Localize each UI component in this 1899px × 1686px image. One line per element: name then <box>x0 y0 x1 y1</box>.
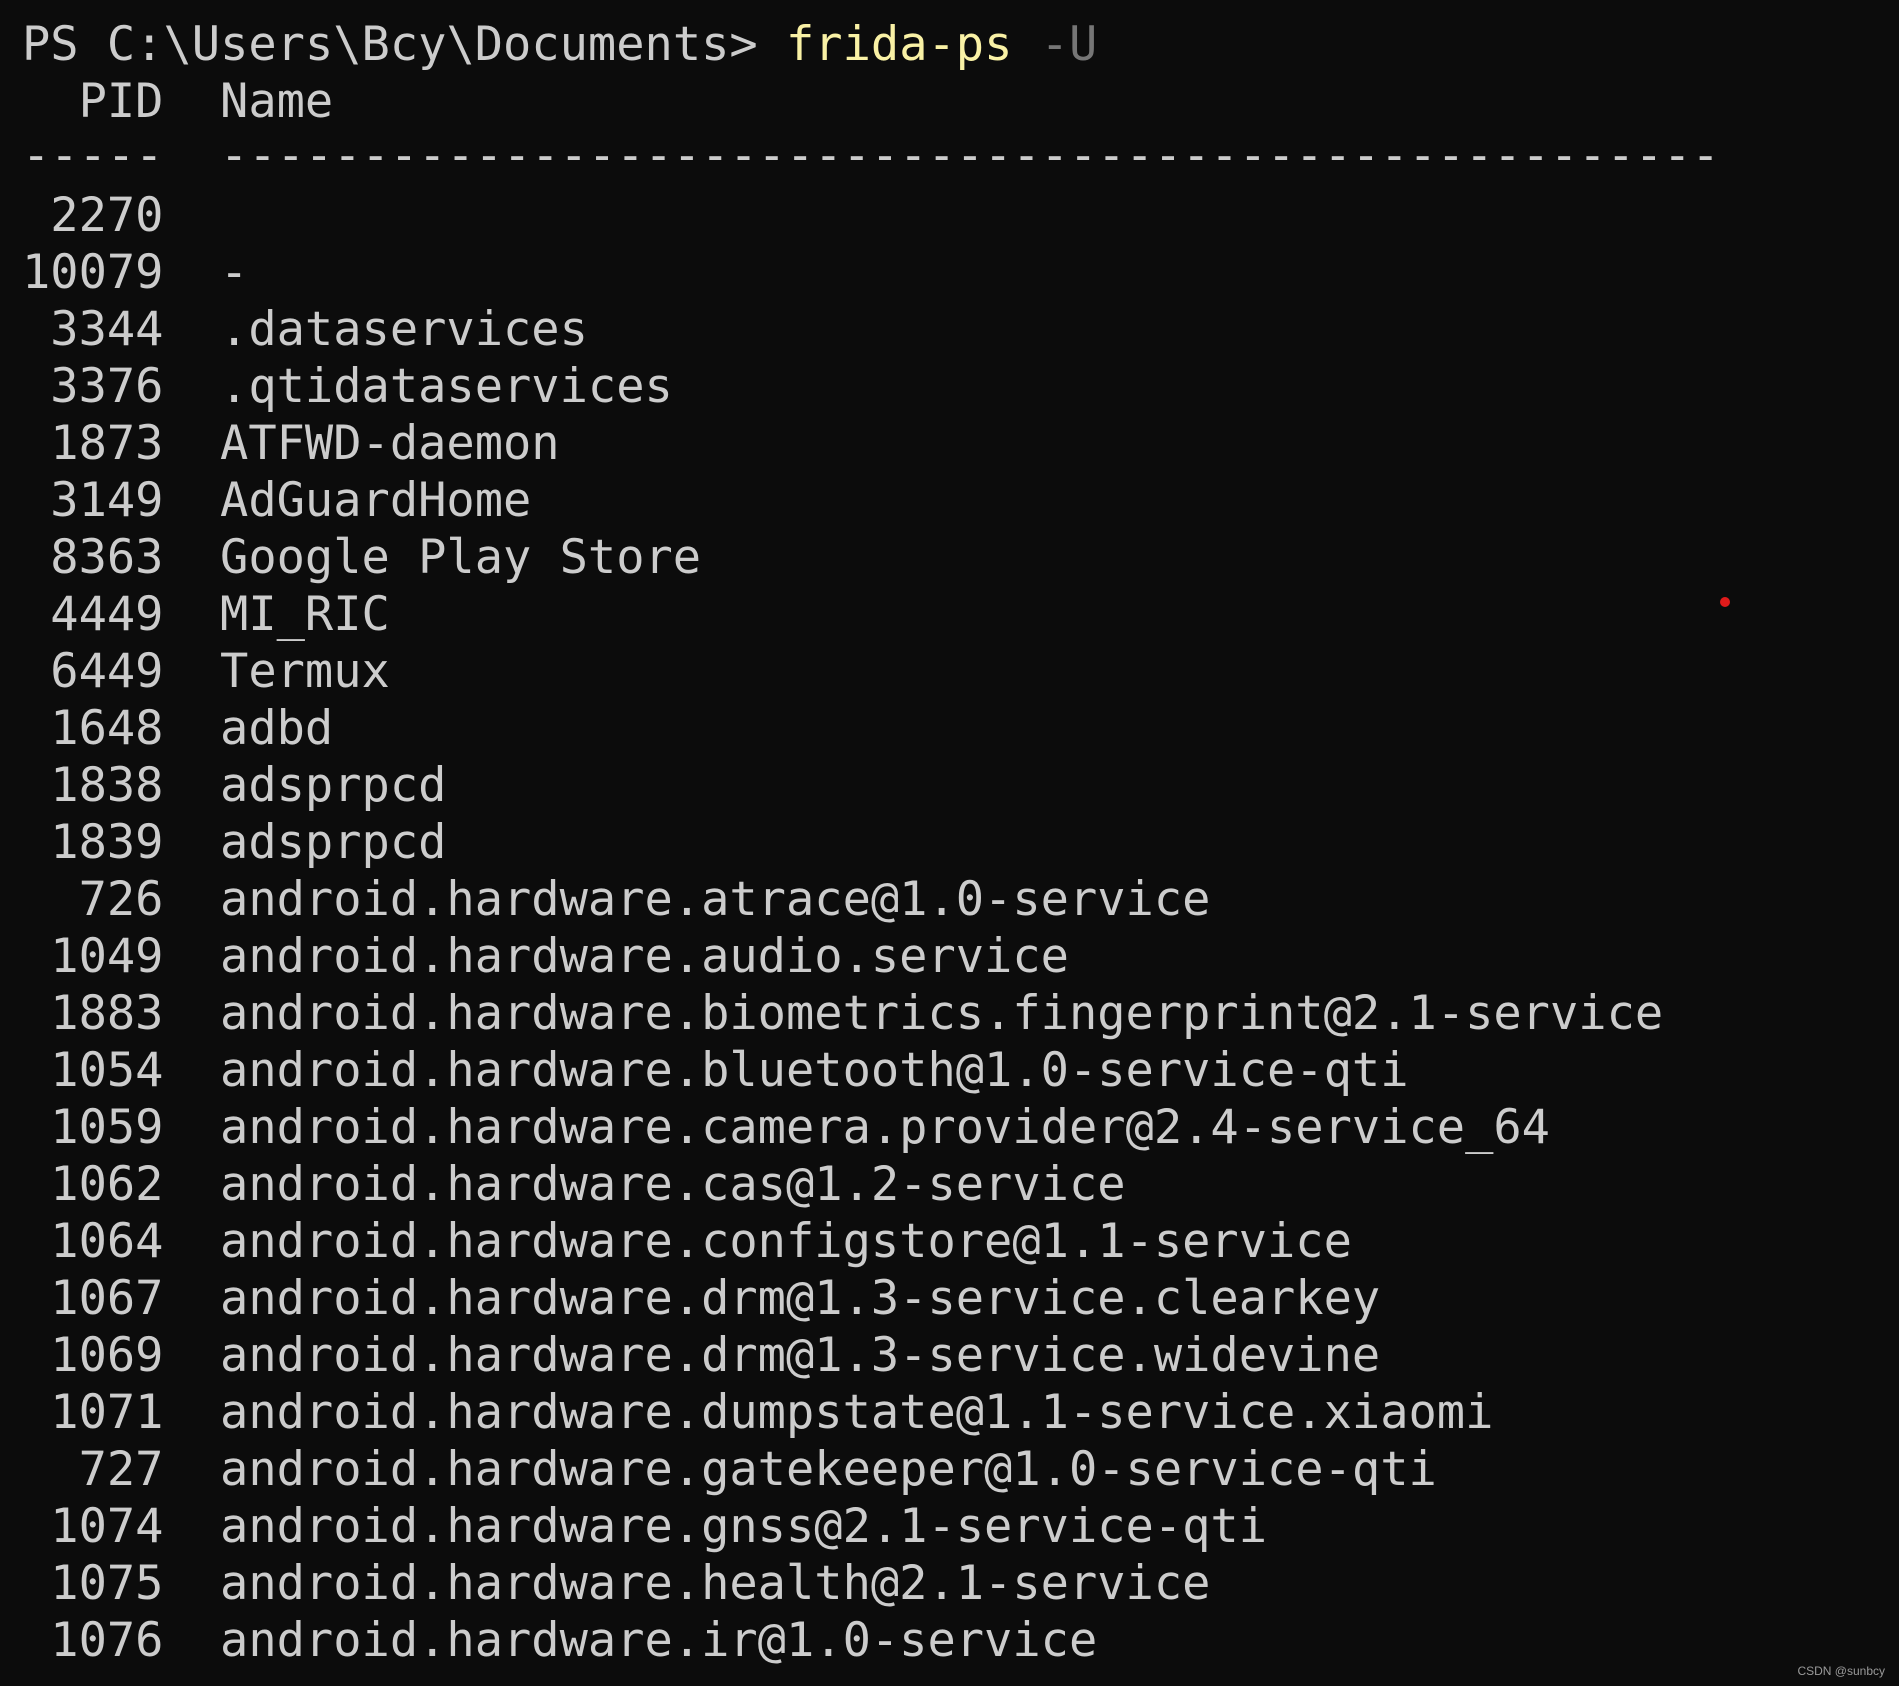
header-row: PID Name <box>22 73 334 130</box>
name-header: Name <box>220 74 334 129</box>
table-row: 1873 ATFWD-daemon <box>22 415 560 472</box>
pid-cell: 1075 <box>50 1556 164 1611</box>
table-row: 727 android.hardware.gatekeeper@1.0-servi… <box>22 1441 1437 1498</box>
table-row: 10079 - <box>22 244 248 301</box>
table-row: 1062 android.hardware.cas@1.2-service <box>22 1156 1126 1213</box>
pid-cell: 1839 <box>50 815 164 870</box>
table-row: 3149 AdGuardHome <box>22 472 531 529</box>
pid-header: PID <box>78 74 164 129</box>
table-row: 1074 android.hardware.gnss@2.1-service-qt… <box>22 1498 1267 1555</box>
table-row: 1648 adbd <box>22 700 333 757</box>
process-name-cell: adsprpcd <box>220 815 447 870</box>
pid-cell: 3149 <box>50 473 164 528</box>
prompt-line: PS C:\Users\Bcy\Documents> frida-ps -U <box>22 16 1097 73</box>
table-row: 1059 android.hardware.camera.provider@2.4… <box>22 1099 1550 1156</box>
watermark: CSDN @sunbcy <box>1797 1664 1885 1678</box>
pid-cell: 1062 <box>50 1157 164 1212</box>
pid-cell: 3344 <box>50 302 164 357</box>
process-name-cell: AdGuardHome <box>220 473 532 528</box>
pid-cell: 1873 <box>50 416 164 471</box>
pid-cell: 1071 <box>50 1385 164 1440</box>
table-row: 1075 android.hardware.health@2.1-service <box>22 1555 1210 1612</box>
table-row: 1054 android.hardware.bluetooth@1.0-servi… <box>22 1042 1409 1099</box>
process-name-cell: Termux <box>220 644 390 699</box>
pid-cell: 1059 <box>50 1100 164 1155</box>
process-name-cell: android.hardware.dumpstate@1.1-service.x… <box>220 1385 1494 1440</box>
prompt-path: PS C:\Users\Bcy\Documents> <box>22 17 787 72</box>
process-name-cell: android.hardware.camera.provider@2.4-ser… <box>220 1100 1550 1155</box>
pid-cell: 1076 <box>50 1613 164 1668</box>
cursor-dot <box>1720 597 1730 607</box>
header-rule: ----- -----------------------------------… <box>22 127 1720 184</box>
pid-cell: 2270 <box>50 188 164 243</box>
command-param: -U <box>1012 17 1098 72</box>
pid-cell: 1838 <box>50 758 164 813</box>
terminal-window[interactable]: PS C:\Users\Bcy\Documents> frida-ps -U P… <box>0 0 1899 1686</box>
process-name-cell: adbd <box>220 701 334 756</box>
pid-cell: 1648 <box>50 701 164 756</box>
process-name-cell: - <box>220 245 249 300</box>
process-name-cell: Google Play Store <box>220 530 702 585</box>
pid-cell: 726 <box>78 872 164 927</box>
pid-cell: 3376 <box>50 359 164 414</box>
process-name-cell: .qtidataservices <box>220 359 673 414</box>
pid-cell: 1074 <box>50 1499 164 1554</box>
process-name-cell: android.hardware.drm@1.3-service.widevin… <box>220 1328 1381 1383</box>
process-name-cell: android.hardware.ir@1.0-service <box>220 1613 1098 1668</box>
table-row: 1067 android.hardware.drm@1.3-service.cle… <box>22 1270 1380 1327</box>
name-rule: ----------------------------------------… <box>220 128 1720 183</box>
pid-cell: 1883 <box>50 986 164 1041</box>
table-row: 1883 android.hardware.biometrics.fingerpr… <box>22 985 1663 1042</box>
pid-cell: 1049 <box>50 929 164 984</box>
process-name-cell: .dataservices <box>220 302 588 357</box>
table-row: 1076 android.hardware.ir@1.0-service <box>22 1612 1097 1669</box>
table-row: 3376 .qtidataservices <box>22 358 673 415</box>
table-row: 1069 android.hardware.drm@1.3-service.wid… <box>22 1327 1380 1384</box>
pid-cell: 4449 <box>50 587 164 642</box>
process-name-cell: android.hardware.configstore@1.1-service <box>220 1214 1352 1269</box>
table-row: 1838 adsprpcd <box>22 757 446 814</box>
table-row: 1049 android.hardware.audio.service <box>22 928 1069 985</box>
process-name-cell: android.hardware.bluetooth@1.0-service-q… <box>220 1043 1409 1098</box>
table-row: 4449 MI_RIC <box>22 586 390 643</box>
table-row: 2270 <box>22 187 220 244</box>
pid-cell: 1069 <box>50 1328 164 1383</box>
process-name-cell: ATFWD-daemon <box>220 416 560 471</box>
table-row: 1064 android.hardware.configstore@1.1-ser… <box>22 1213 1352 1270</box>
process-name-cell: android.hardware.drm@1.3-service.clearke… <box>220 1271 1381 1326</box>
process-name-cell: android.hardware.biometrics.fingerprint@… <box>220 986 1664 1041</box>
process-name-cell: android.hardware.cas@1.2-service <box>220 1157 1126 1212</box>
pid-cell: 727 <box>78 1442 164 1497</box>
pid-rule: ----- <box>22 128 164 183</box>
process-name-cell: MI_RIC <box>220 587 390 642</box>
process-name-cell: android.hardware.health@2.1-service <box>220 1556 1211 1611</box>
process-name-cell: android.hardware.gnss@2.1-service-qti <box>220 1499 1268 1554</box>
process-name-cell: android.hardware.atrace@1.0-service <box>220 872 1211 927</box>
table-row: 1839 adsprpcd <box>22 814 446 871</box>
table-row: 1071 android.hardware.dumpstate@1.1-servi… <box>22 1384 1493 1441</box>
process-name-cell: android.hardware.gatekeeper@1.0-service-… <box>220 1442 1437 1497</box>
pid-cell: 1067 <box>50 1271 164 1326</box>
table-row: 6449 Termux <box>22 643 390 700</box>
pid-cell: 10079 <box>22 245 164 300</box>
command-text: frida-ps <box>786 17 1013 72</box>
pid-cell: 6449 <box>50 644 164 699</box>
table-row: 8363 Google Play Store <box>22 529 701 586</box>
pid-cell: 8363 <box>50 530 164 585</box>
table-row: 726 android.hardware.atrace@1.0-service <box>22 871 1211 928</box>
pid-cell: 1054 <box>50 1043 164 1098</box>
process-name-cell: android.hardware.audio.service <box>220 929 1069 984</box>
pid-cell: 1064 <box>50 1214 164 1269</box>
process-name-cell: adsprpcd <box>220 758 447 813</box>
table-row: 3344 .dataservices <box>22 301 588 358</box>
